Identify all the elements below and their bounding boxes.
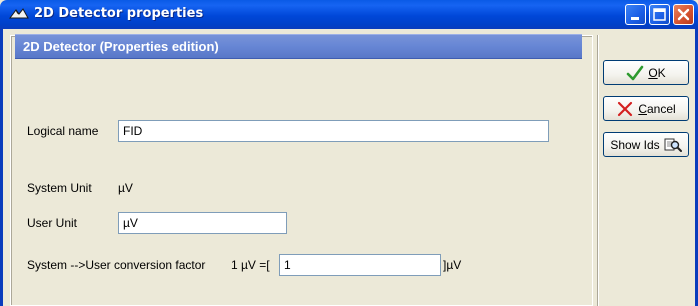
cancel-button[interactable]: Cancel	[603, 96, 689, 121]
user-unit-input[interactable]	[118, 212, 287, 234]
panel-header-title: 2D Detector (Properties edition)	[23, 39, 219, 54]
logical-name-label: Logical name	[27, 124, 99, 138]
ok-button-label: OK	[648, 65, 666, 80]
system-unit-value: µV	[118, 181, 133, 195]
minimize-icon	[631, 17, 639, 20]
window-title: 2D Detector properties	[34, 6, 204, 21]
conversion-prefix: 1 µV =[	[231, 258, 270, 272]
panel-header: 2D Detector (Properties edition)	[15, 34, 582, 59]
conversion-factor-input[interactable]	[279, 254, 441, 276]
close-button[interactable]	[673, 4, 694, 25]
maximize-button[interactable]	[649, 4, 670, 25]
user-unit-label: User Unit	[27, 216, 78, 230]
close-icon	[677, 8, 690, 21]
system-unit-label: System Unit	[27, 181, 92, 195]
maximize-icon	[653, 8, 666, 21]
cancel-x-icon	[618, 101, 633, 116]
title-bar[interactable]: 2D Detector properties	[0, 0, 698, 29]
ok-button[interactable]: OK	[603, 60, 689, 85]
checkmark-icon	[627, 65, 644, 80]
show-ids-button[interactable]: Show Ids	[603, 132, 689, 157]
show-ids-label: Show Ids	[610, 137, 660, 152]
conversion-factor-label: System -->User conversion factor	[27, 258, 206, 272]
app-icon	[9, 8, 29, 19]
minimize-button[interactable]	[625, 4, 646, 25]
magnifier-icon	[664, 138, 682, 152]
cancel-button-label: Cancel	[638, 101, 676, 116]
logical-name-input[interactable]	[118, 120, 549, 142]
conversion-suffix: ]µV	[443, 258, 462, 272]
